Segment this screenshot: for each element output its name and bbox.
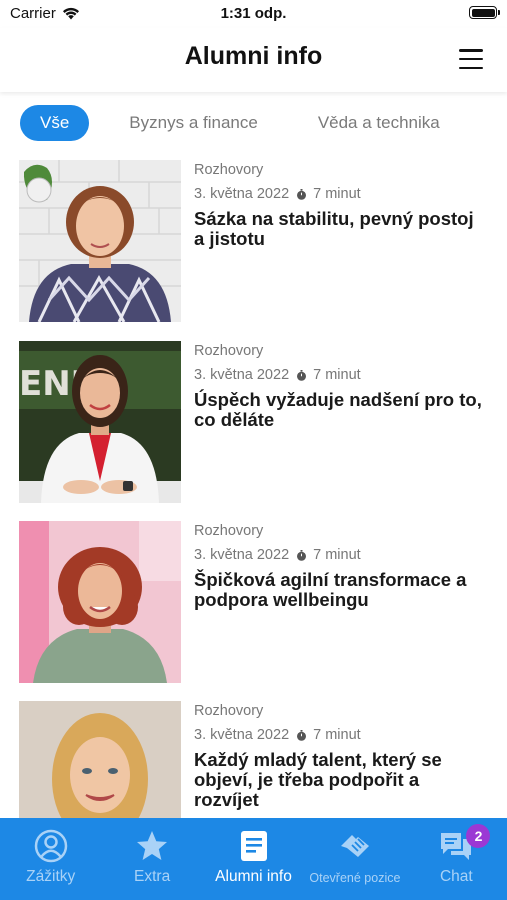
tabbar-item-experiences[interactable]: Zážitky	[0, 818, 101, 900]
app-header: Alumni info	[0, 28, 507, 92]
user-circle-icon	[34, 829, 67, 863]
article-thumbnail[interactable]	[19, 521, 181, 683]
unread-badge: 2	[466, 824, 491, 848]
article-dateline: 3. května 2022 7 minut	[194, 364, 489, 386]
tabbar-item-extra[interactable]: Extra	[101, 818, 202, 900]
tabbar-label: Zážitky	[26, 868, 76, 885]
article-card[interactable]: ENI A Rozhovory 3. května 2022 7 minut Ú…	[19, 341, 489, 503]
tab-business-finance[interactable]: Byznys a finance	[129, 113, 258, 133]
stopwatch-icon	[297, 188, 307, 200]
article-title[interactable]: Špičková agilní transformace a podpora w…	[194, 570, 489, 610]
article-read-time: 7 minut	[313, 367, 361, 383]
article-date: 3. května 2022	[194, 367, 290, 383]
stopwatch-icon	[297, 549, 307, 561]
hamburger-menu-icon[interactable]	[459, 49, 483, 69]
tabbar-item-chat[interactable]: 2 Chat	[406, 818, 507, 900]
star-icon	[137, 831, 168, 860]
category-tabs: Vše Byznys a finance Věda a technika	[20, 104, 507, 142]
article-thumbnail[interactable]	[19, 160, 181, 322]
bottom-tab-bar: Zážitky Extra Alumni info Otevřené pozic…	[0, 818, 507, 900]
article-dateline: 3. května 2022 7 minut	[194, 183, 489, 205]
article-date: 3. května 2022	[194, 186, 290, 202]
article-category: Rozhovory	[194, 162, 264, 178]
article-dateline: 3. května 2022 7 minut	[194, 724, 489, 746]
article-title[interactable]: Každý mladý talent, který se objeví, je …	[194, 750, 489, 810]
status-bar: Carrier 1:31 odp.	[0, 0, 507, 28]
article-title[interactable]: Úspěch vyžaduje nadšení pro to, co dělát…	[194, 390, 489, 430]
article-date: 3. května 2022	[194, 727, 290, 743]
stopwatch-icon	[297, 369, 307, 381]
article-date: 3. května 2022	[194, 547, 290, 563]
tabbar-label: Alumni info	[215, 868, 292, 885]
tabbar-item-alumni-info[interactable]: Alumni info	[203, 818, 304, 900]
tabbar-label: Otevřené pozice	[309, 871, 401, 885]
tabbar-label: Extra	[134, 868, 171, 885]
article-title[interactable]: Sázka na stabilitu, pevný postoj a jisto…	[194, 209, 489, 249]
article-read-time: 7 minut	[313, 186, 361, 202]
tab-all[interactable]: Vše	[20, 105, 90, 141]
status-time: 1:31 odp.	[220, 5, 287, 22]
tab-science-technology[interactable]: Věda a technika	[318, 113, 440, 133]
article-dateline: 3. května 2022 7 minut	[194, 544, 489, 566]
article-category: Rozhovory	[194, 703, 264, 719]
tabbar-label: Chat	[439, 868, 473, 885]
article-card[interactable]: Rozhovory 3. května 2022 7 minut Špičkov…	[19, 521, 489, 683]
stopwatch-icon	[297, 729, 307, 741]
battery-icon	[469, 6, 500, 19]
page-title: Alumni info	[184, 42, 323, 70]
article-read-time: 7 minut	[313, 727, 361, 743]
article-thumbnail[interactable]: ENI A	[19, 341, 181, 503]
article-card[interactable]: Rozhovory 3. května 2022 7 minut Sázka n…	[19, 160, 489, 322]
article-read-time: 7 minut	[313, 547, 361, 563]
handshake-icon	[340, 835, 369, 857]
tabbar-item-open-positions[interactable]: Otevřené pozice	[304, 818, 405, 900]
article-category: Rozhovory	[194, 343, 264, 359]
document-icon	[240, 831, 267, 861]
article-category: Rozhovory	[194, 523, 264, 539]
